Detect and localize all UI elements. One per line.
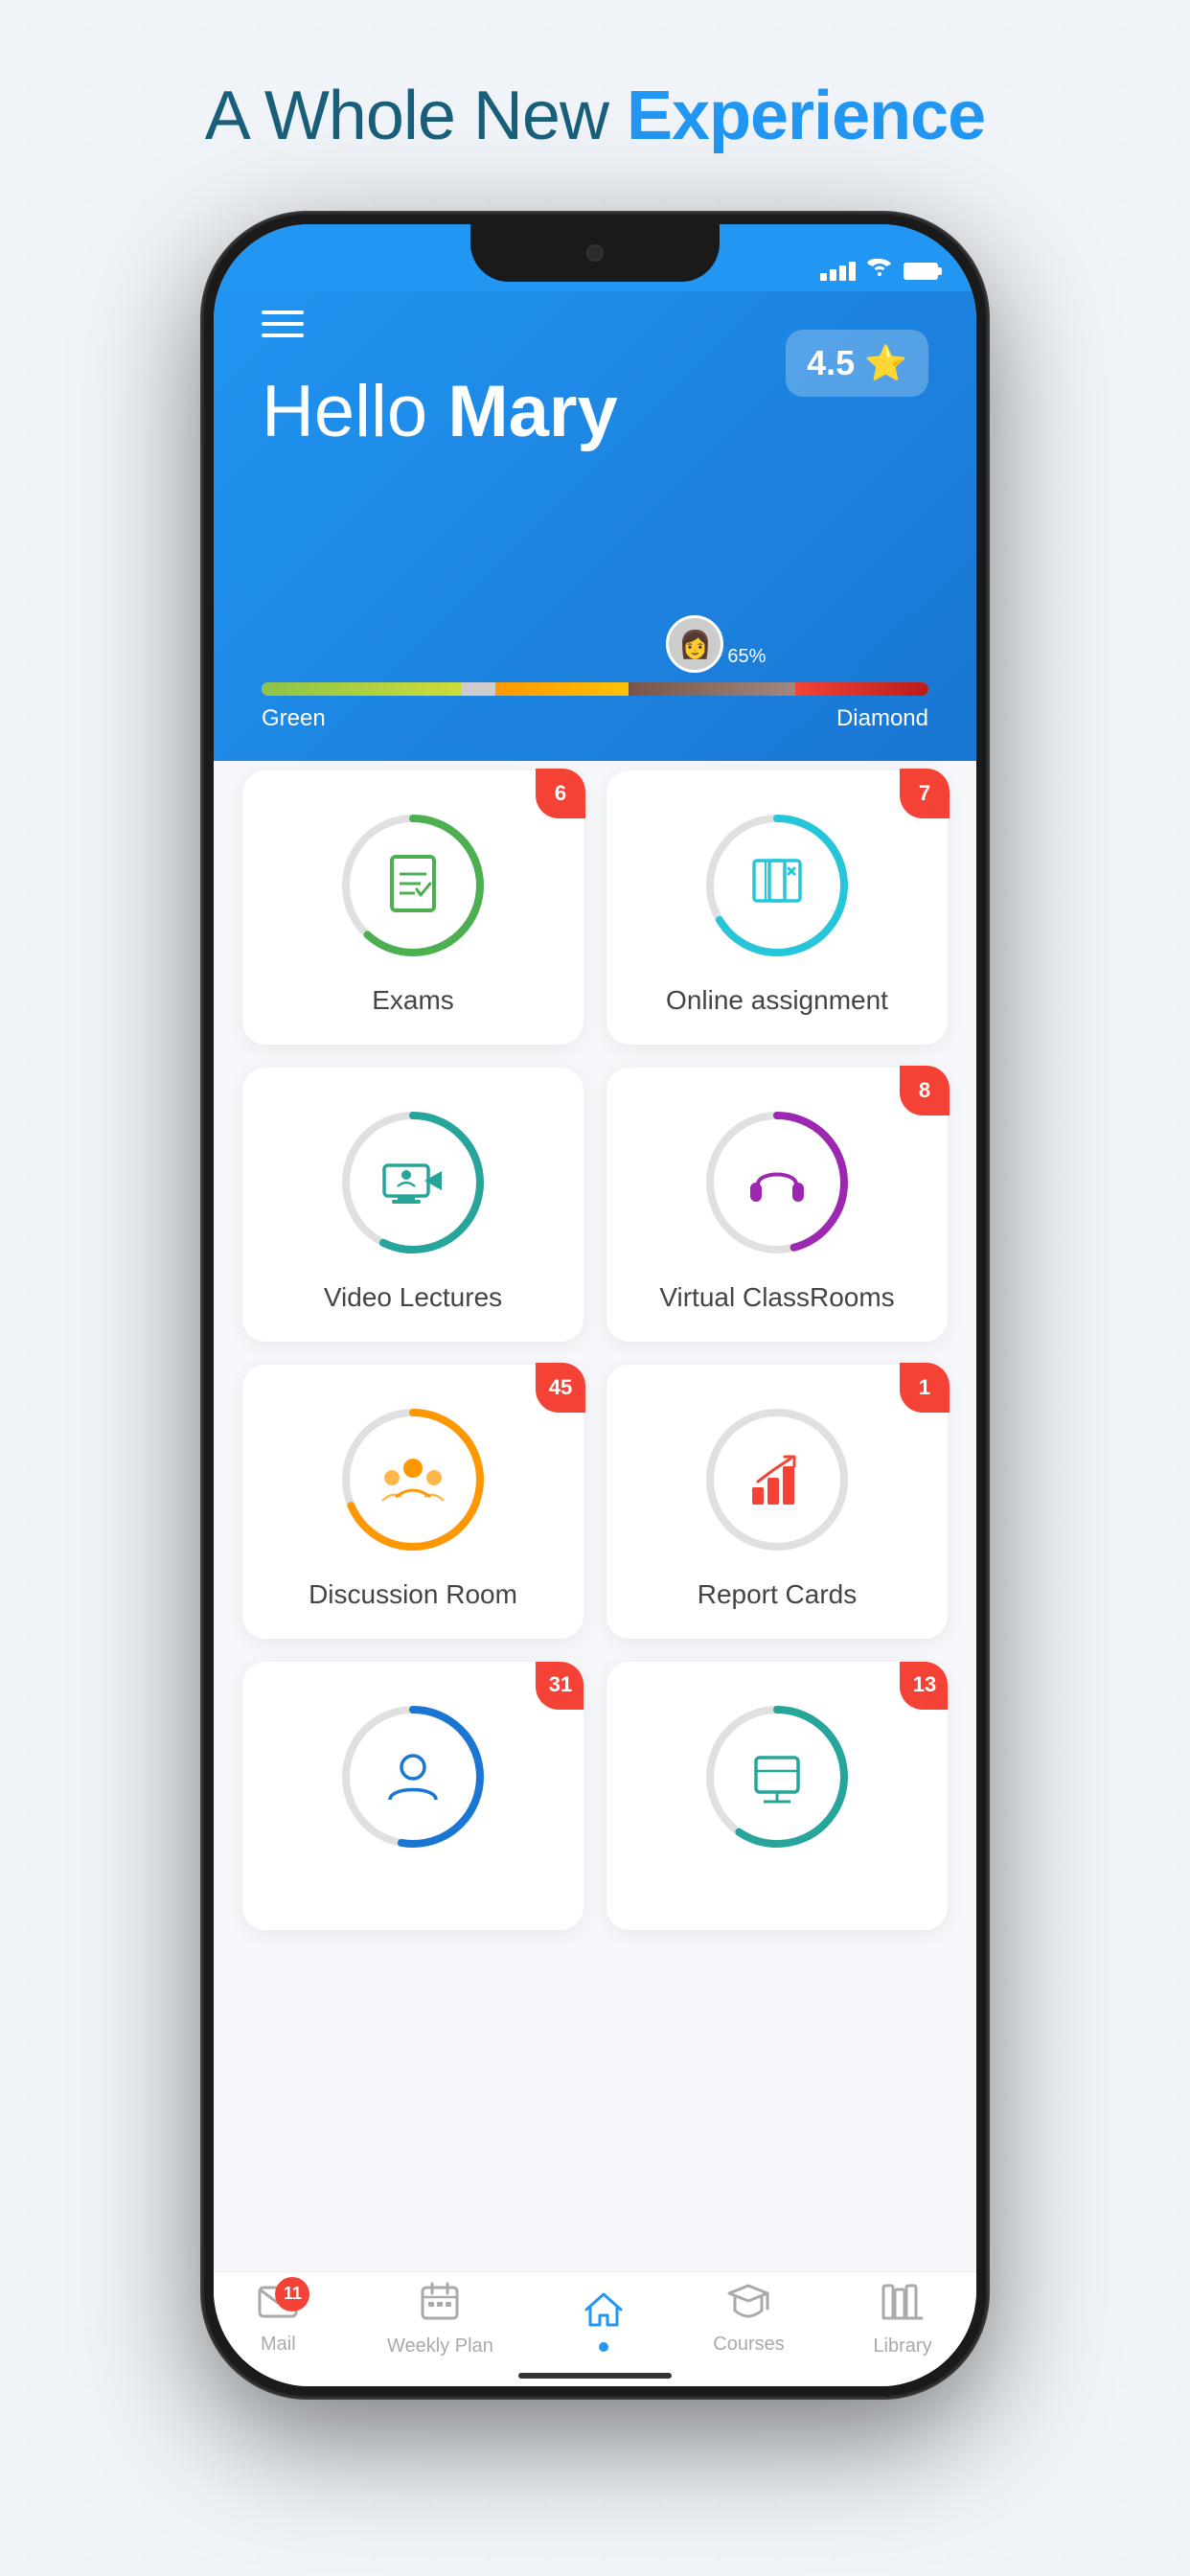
- progress-section: 👩 65% Green Diamond: [214, 682, 976, 732]
- discussion-circle: [336, 1403, 490, 1556]
- library-icon: [881, 2282, 924, 2330]
- courses-label: Courses: [713, 2334, 784, 2356]
- exams-card[interactable]: 6: [242, 770, 584, 1045]
- camera: [586, 244, 604, 262]
- title-highlight: Experience: [627, 78, 985, 154]
- exams-badge: 6: [536, 769, 585, 818]
- item8-card[interactable]: 13: [606, 1662, 948, 1930]
- assignment-label: Online assignment: [666, 985, 888, 1016]
- calendar-icon: [421, 2282, 459, 2330]
- home-indicator: [518, 2373, 672, 2379]
- home-active-dot: [599, 2342, 608, 2352]
- main-content: 6: [214, 742, 976, 2271]
- phone-screen: 9:41: [214, 224, 976, 2386]
- nav-mail[interactable]: 11 Mail: [258, 2285, 298, 2356]
- item8-badge: 13: [900, 1662, 948, 1710]
- nav-weekly-plan[interactable]: Weekly Plan: [387, 2282, 493, 2358]
- online-assignment-card[interactable]: 7: [606, 770, 948, 1045]
- rating-badge: 4.5 ⭐: [786, 330, 928, 397]
- notch: [470, 224, 720, 282]
- discussion-label: Discussion Room: [309, 1579, 517, 1610]
- home-icon: [583, 2288, 625, 2340]
- library-label: Library: [873, 2335, 931, 2358]
- mail-badge: 11: [275, 2277, 309, 2312]
- video-circle: [336, 1106, 490, 1259]
- grid-row-4: 31: [242, 1662, 948, 1930]
- hero-section: Hello Mary 4.5 ⭐ 👩 65%: [214, 224, 976, 761]
- exams-circle: [336, 809, 490, 962]
- level-end: Diamond: [836, 705, 928, 732]
- item7-circle: [336, 1700, 490, 1853]
- progress-percent: 65%: [727, 646, 766, 668]
- mail-label: Mail: [261, 2334, 296, 2356]
- item8-circle: [700, 1700, 854, 1853]
- report-cards-card[interactable]: 1: [606, 1365, 948, 1639]
- assignment-circle: [700, 809, 854, 962]
- report-circle: [700, 1403, 854, 1556]
- progress-track: [262, 682, 928, 696]
- classrooms-label: Virtual ClassRooms: [659, 1282, 894, 1313]
- star-icon: ⭐: [864, 343, 907, 383]
- video-lectures-card[interactable]: Video Lectures: [242, 1068, 584, 1342]
- item7-badge: 31: [536, 1662, 584, 1710]
- title-prefix: A Whole New: [205, 78, 627, 154]
- phone-shell: 9:41: [202, 213, 988, 2398]
- rating-number: 4.5: [807, 343, 855, 383]
- page-title: A Whole New Experience: [205, 77, 985, 155]
- bottom-nav: 11 Mail: [214, 2271, 976, 2386]
- assignment-badge: 7: [900, 769, 950, 818]
- video-label: Video Lectures: [324, 1282, 502, 1313]
- item7-card[interactable]: 31: [242, 1662, 584, 1930]
- classrooms-badge: 8: [900, 1066, 950, 1116]
- grid-row-1: 6: [242, 770, 948, 1045]
- report-label: Report Cards: [698, 1579, 858, 1610]
- nav-library[interactable]: Library: [873, 2282, 931, 2358]
- status-icons: [820, 259, 938, 284]
- level-start: Green: [262, 705, 326, 732]
- progress-labels: Green Diamond: [262, 705, 928, 732]
- virtual-classrooms-card[interactable]: 8: [606, 1068, 948, 1342]
- signal-icon: [820, 262, 856, 281]
- classrooms-circle: [700, 1106, 854, 1259]
- discussion-badge: 45: [536, 1363, 585, 1413]
- discussion-room-card[interactable]: 45: [242, 1365, 584, 1639]
- battery-icon: [904, 263, 938, 280]
- courses-icon: [727, 2284, 769, 2328]
- exams-label: Exams: [372, 985, 454, 1016]
- report-badge: 1: [900, 1363, 950, 1413]
- wifi-icon: [867, 259, 892, 284]
- avatar: 👩: [666, 615, 723, 673]
- nav-home[interactable]: [583, 2288, 625, 2352]
- grid-row-2: Video Lectures 8: [242, 1068, 948, 1342]
- weekly-plan-label: Weekly Plan: [387, 2335, 493, 2358]
- phone-wrapper: 9:41: [202, 213, 988, 2398]
- nav-courses[interactable]: Courses: [713, 2284, 784, 2356]
- grid-row-3: 45: [242, 1365, 948, 1639]
